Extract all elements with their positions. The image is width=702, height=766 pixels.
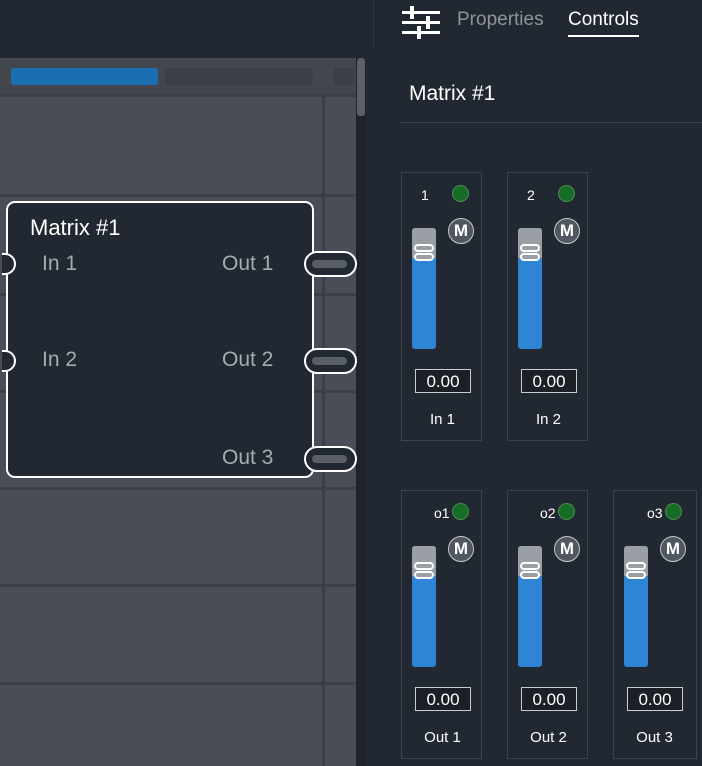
gain-value-field[interactable]: 0.00 <box>415 369 471 393</box>
canvas-topbar <box>0 0 366 58</box>
input-port-label: In 2 <box>42 348 78 371</box>
gain-value-field[interactable]: 0.00 <box>521 369 577 393</box>
input-port-label: In 1 <box>42 252 78 275</box>
output-port-connector <box>312 260 347 268</box>
channel-label: In 1 <box>429 411 456 428</box>
sliders-icon <box>402 6 440 39</box>
channel-number: o3 <box>647 505 663 521</box>
channel-label: Out 2 <box>530 729 567 746</box>
matrix-node[interactable]: Matrix #1 In 1 In 2 Out 1 Out 2 Out 3 <box>2 201 357 478</box>
vertical-scrollbar-thumb[interactable] <box>357 58 365 116</box>
mute-button[interactable]: M <box>554 218 580 244</box>
input-port-2[interactable] <box>2 350 16 372</box>
tab-properties[interactable]: Properties <box>457 9 544 31</box>
fader-handle[interactable] <box>518 561 542 581</box>
channel-number: o1 <box>434 505 450 521</box>
gain-value-field[interactable]: 0.00 <box>627 687 683 711</box>
signal-led-icon <box>558 503 575 520</box>
channel-label: Out 3 <box>636 729 673 746</box>
mute-button[interactable]: M <box>448 536 474 562</box>
panel-title: Matrix #1 <box>409 82 496 105</box>
input-port-1[interactable] <box>2 253 16 275</box>
channel-label: Out 1 <box>424 729 461 746</box>
gain-value-field[interactable]: 0.00 <box>521 687 577 711</box>
node-title: Matrix #1 <box>30 215 121 240</box>
mute-button[interactable]: M <box>448 218 474 244</box>
horizontal-scrollbar[interactable] <box>0 58 356 94</box>
horizontal-scrollbar-track[interactable] <box>165 68 313 85</box>
fader-handle[interactable] <box>518 243 542 263</box>
channel-strip-out-1: o1 M 0.00 Out 1 <box>401 490 482 759</box>
output-port-connector <box>312 455 347 463</box>
fader-handle[interactable] <box>412 243 436 263</box>
output-port-label: Out 2 <box>222 348 274 371</box>
mute-button[interactable]: M <box>554 536 580 562</box>
channel-strip-out-2: o2 M 0.00 Out 2 <box>507 490 588 759</box>
horizontal-scrollbar-thumb[interactable] <box>11 68 158 85</box>
signal-led-icon <box>665 503 682 520</box>
vertical-scrollbar[interactable] <box>356 58 366 766</box>
channel-number: 2 <box>527 187 535 203</box>
grid-line <box>322 58 325 766</box>
channel-number: o2 <box>540 505 556 521</box>
output-port-label: Out 3 <box>222 446 274 469</box>
output-port-3[interactable] <box>304 446 357 472</box>
horizontal-scrollbar-end[interactable] <box>334 68 354 85</box>
grid-line <box>0 584 356 587</box>
grid-line <box>0 94 356 97</box>
output-port-connector <box>312 357 347 365</box>
gain-value-field[interactable]: 0.00 <box>415 687 471 711</box>
fader-handle[interactable] <box>624 561 648 581</box>
signal-led-icon <box>558 185 575 202</box>
tab-controls[interactable]: Controls <box>568 9 639 37</box>
signal-led-icon <box>452 185 469 202</box>
output-port-label: Out 1 <box>222 252 274 275</box>
channel-strip-in-2: 2 M 0.00 In 2 <box>507 172 588 441</box>
signal-led-icon <box>452 503 469 520</box>
channel-strip-in-1: 1 M 0.00 In 1 <box>401 172 482 441</box>
grid-line <box>0 682 356 685</box>
fader-handle[interactable] <box>412 561 436 581</box>
panel-tabbar: Properties Controls <box>373 0 702 48</box>
grid-line <box>0 487 356 490</box>
output-port-1[interactable] <box>304 251 357 277</box>
output-port-2[interactable] <box>304 348 357 374</box>
channel-label: In 2 <box>535 411 562 428</box>
grid-line <box>0 194 356 197</box>
channel-number: 1 <box>421 187 429 203</box>
mute-button[interactable]: M <box>660 536 686 562</box>
channel-strip-out-3: o3 M 0.00 Out 3 <box>613 490 697 759</box>
divider <box>401 122 702 123</box>
